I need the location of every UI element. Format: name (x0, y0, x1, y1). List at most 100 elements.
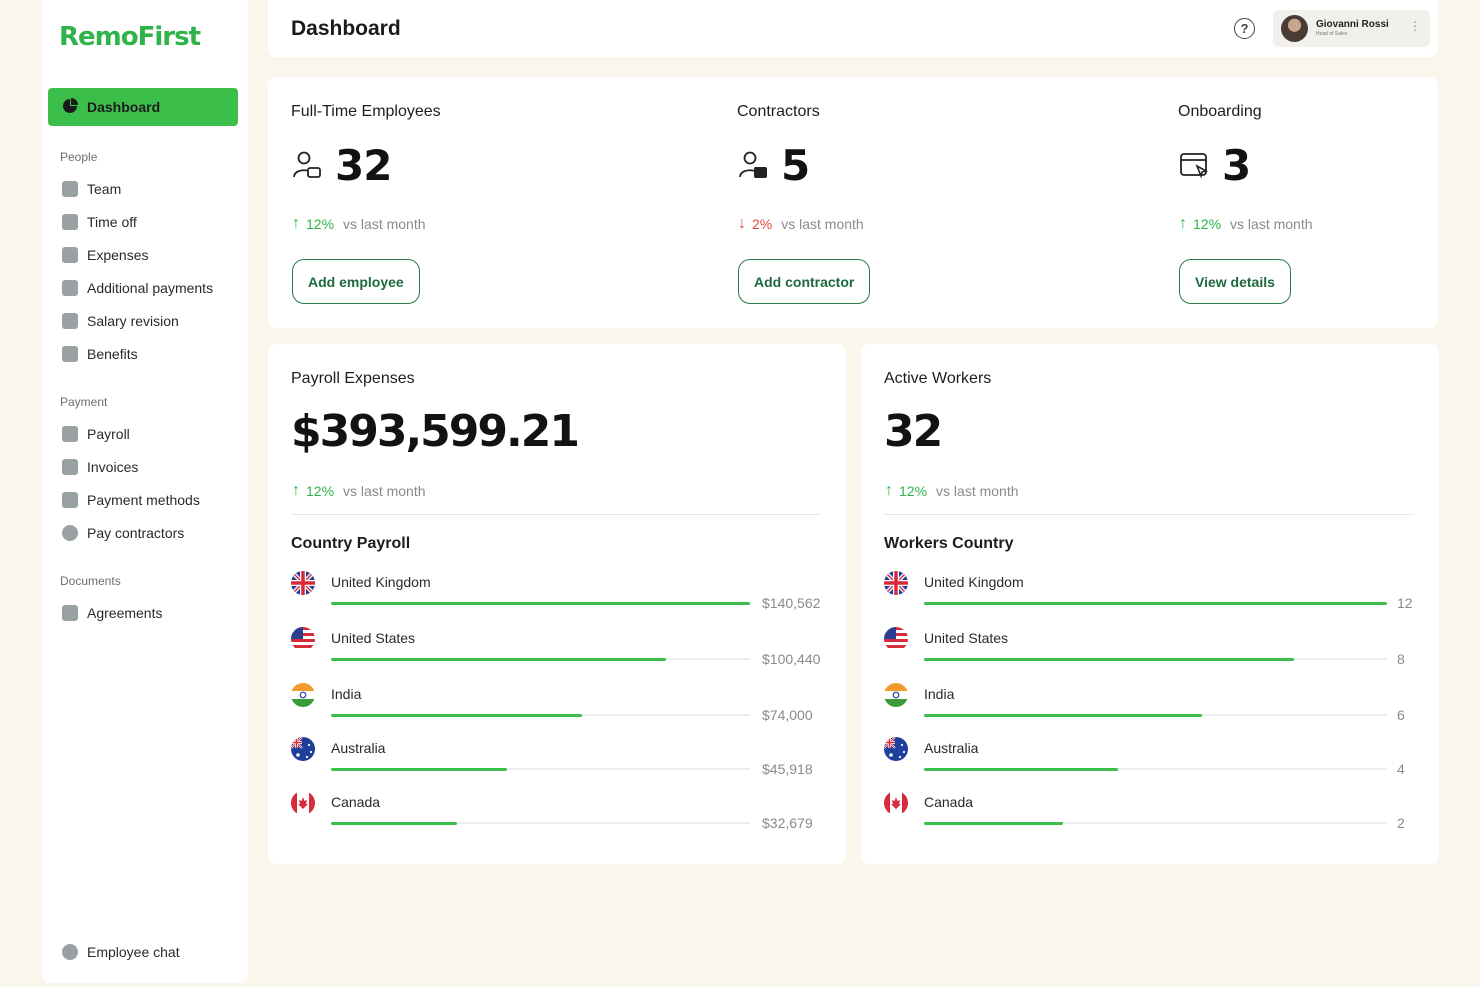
add-contractor-button[interactable]: Add contractor (738, 259, 871, 304)
gift-icon (62, 346, 78, 362)
canada-flag-icon (291, 791, 315, 815)
divider (884, 514, 1414, 515)
arrow-up-icon: ↑ (292, 482, 300, 499)
team-icon (62, 181, 78, 197)
sidebar-item-invoices[interactable]: Invoices (62, 456, 138, 478)
chat-icon (62, 944, 78, 960)
page-title: Dashboard (291, 17, 401, 40)
arrow-down-icon: ↓ (738, 215, 746, 232)
active-workers-total: 32 (884, 406, 943, 457)
payment-add-icon (62, 280, 78, 296)
worker-count: 2 (1397, 815, 1405, 831)
sidebar-item-expenses[interactable]: Expenses (62, 244, 148, 266)
credit-card-icon (62, 492, 78, 508)
section-label-documents: Documents (60, 574, 121, 588)
view-details-button[interactable]: View details (1179, 259, 1291, 304)
sidebar-item-label: Pay contractors (87, 525, 185, 541)
section-title: Country Payroll (291, 535, 411, 552)
sidebar-item-team[interactable]: Team (62, 178, 121, 200)
section-label-payment: Payment (60, 395, 108, 409)
more-options-icon[interactable]: ⋮ (1409, 20, 1421, 32)
progress-track (331, 767, 750, 771)
sidebar-item-label: Payment methods (87, 492, 200, 508)
receipt-icon (62, 247, 78, 263)
employee-icon (293, 151, 321, 178)
trend-label: vs last month (343, 216, 426, 232)
country-row-canada: Canada $32,679 (291, 791, 831, 841)
united-kingdom-flag-icon (884, 571, 908, 595)
country-name: United States (924, 630, 1009, 646)
united-states-flag-icon (884, 627, 908, 651)
progress-fill (331, 601, 750, 605)
sidebar-item-dashboard[interactable]: Dashboard (48, 88, 238, 126)
sidebar-item-label: Payroll (87, 426, 130, 442)
help-icon[interactable]: ? (1234, 18, 1255, 39)
trend-label: vs last month (936, 483, 1019, 499)
employee-chat-button[interactable]: Employee chat (62, 941, 180, 963)
stat-title: Full-Time Employees (291, 103, 441, 120)
employee-chat-label: Employee chat (87, 944, 180, 960)
sidebar-item-label: Team (87, 181, 122, 197)
payroll-total: $393,599.21 (291, 406, 580, 457)
stat-title: Contractors (737, 103, 820, 120)
stat-contractors: Contractors 5 ↓ 2% vs last month Add con… (714, 77, 1094, 328)
section-title: Workers Country (884, 535, 1014, 552)
progress-fill (331, 657, 667, 661)
dollar-icon (62, 525, 78, 541)
country-name: United States (331, 630, 416, 646)
trend-label: vs last month (343, 483, 426, 499)
country-row-australia: Australia $45,918 (291, 737, 831, 787)
user-menu[interactable]: Giovanni Rossi Head of Sales ⋮ (1273, 10, 1430, 47)
country-name: Canada (924, 794, 974, 810)
app-logo[interactable]: RemoFirst (59, 22, 201, 52)
sidebar-item-label: Time off (87, 214, 137, 230)
payroll-amount: $32,679 (762, 815, 813, 831)
stats-card: Full-Time Employees 32 ↑ 12% vs last mon… (268, 77, 1438, 328)
sidebar-item-additional-payments[interactable]: Additional payments (62, 277, 213, 299)
progress-track (331, 657, 750, 661)
arrow-up-icon: ↑ (292, 215, 300, 232)
browser-window-icon (1180, 153, 1209, 179)
sidebar-item-label: Salary revision (87, 313, 179, 329)
add-employee-button[interactable]: Add employee (292, 259, 420, 304)
sidebar-item-pay-contractors[interactable]: Pay contractors (62, 522, 184, 544)
india-flag-icon (884, 683, 908, 707)
sidebar-item-payment-methods[interactable]: Payment methods (62, 489, 200, 511)
country-row-united-states: United States $100,440 (291, 627, 831, 677)
country-row-united-kingdom: United Kingdom 12 (884, 571, 1424, 621)
country-name: India (924, 686, 955, 702)
progress-track (331, 821, 750, 825)
active-workers-card: Active Workers 32 ↑ 12% vs last month Wo… (861, 344, 1439, 864)
country-name: Australia (331, 740, 386, 756)
trend-percent: 12% (899, 483, 928, 499)
progress-fill (924, 601, 1387, 605)
sidebar-item-agreements[interactable]: Agreements (62, 602, 162, 624)
country-row-australia: Australia 4 (884, 737, 1424, 787)
country-row-india: India $74,000 (291, 683, 831, 733)
stat-trend: ↑ 12% vs last month (292, 215, 426, 233)
sidebar-item-label: Additional payments (87, 280, 214, 296)
invoice-icon (62, 459, 78, 475)
progress-fill (924, 821, 1063, 825)
stat-trend: ↓ 2% vs last month (738, 215, 864, 233)
sidebar-item-label: Benefits (87, 346, 138, 362)
payroll-trend: ↑ 12% vs last month (292, 482, 426, 500)
canada-flag-icon (884, 791, 908, 815)
progress-track (924, 767, 1387, 771)
progress-fill (331, 767, 507, 771)
india-flag-icon (291, 683, 315, 707)
contractor-icon (739, 151, 767, 178)
workers-trend: ↑ 12% vs last month (885, 482, 1019, 500)
sidebar-item-salary-revision[interactable]: Salary revision (62, 310, 179, 332)
country-name: India (331, 686, 362, 702)
user-name: Giovanni Rossi (1316, 19, 1389, 30)
sidebar-item-benefits[interactable]: Benefits (62, 343, 138, 365)
sidebar-item-payroll[interactable]: Payroll (62, 423, 130, 445)
united-kingdom-flag-icon (291, 571, 315, 595)
progress-track (924, 713, 1387, 717)
trend-percent: 12% (306, 483, 335, 499)
sidebar-item-time-off[interactable]: Time off (62, 211, 137, 233)
stat-onboarding: Onboarding 3 ↑ 12% vs last month View de… (1155, 77, 1480, 328)
progress-fill (924, 767, 1119, 771)
australia-flag-icon (291, 737, 315, 761)
